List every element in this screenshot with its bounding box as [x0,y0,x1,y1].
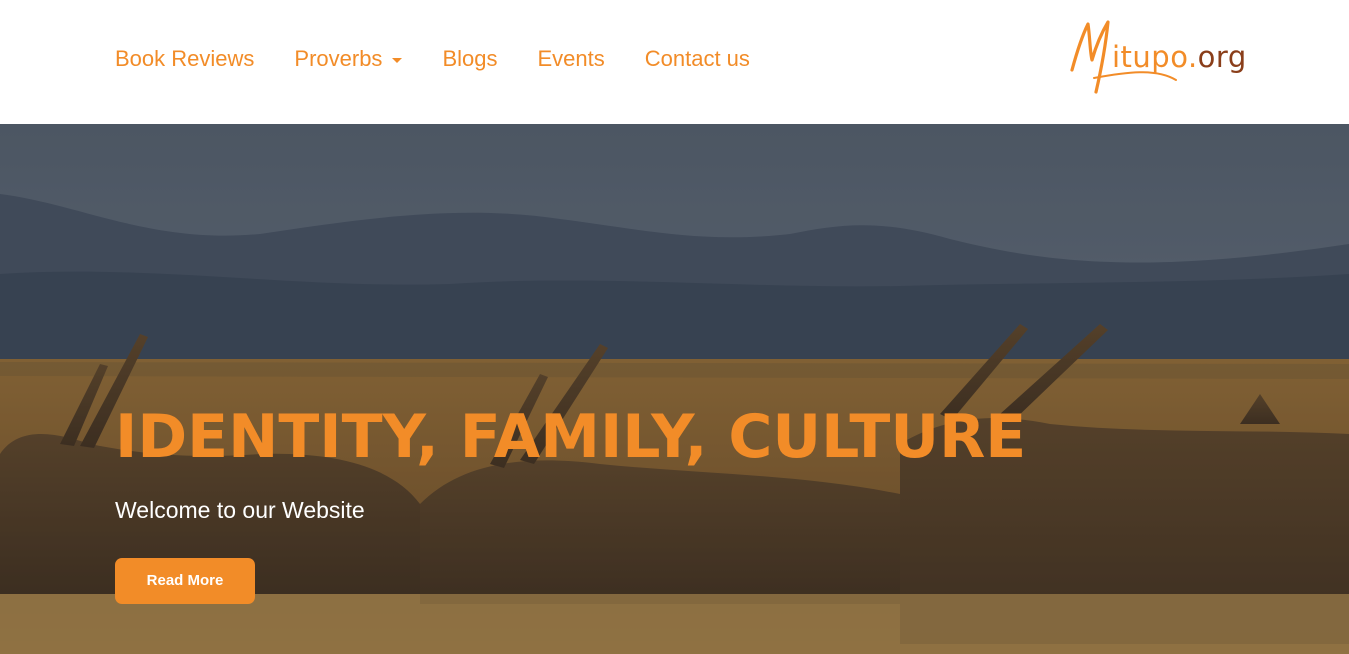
nav-blogs[interactable]: Blogs [442,44,497,74]
hero-subtitle: Welcome to our Website [115,497,365,523]
nav-blogs-label: Blogs [442,46,498,71]
logo-dot: . [1187,40,1198,74]
nav-proverbs[interactable]: Proverbs [294,44,403,74]
nav-proverbs-label: Proverbs [294,46,383,71]
nav-events[interactable]: Events [537,44,604,74]
nav-contact-us-label: Contact us [644,46,750,71]
main-nav: Book Reviews Proverbs Blogs Events Conta… [115,44,790,74]
nav-book-reviews[interactable]: Book Reviews [115,44,254,74]
read-more-button[interactable]: Read More [115,558,255,604]
logo-wordmark: itupo.org [1112,40,1247,74]
logo-name: itupo [1112,40,1188,74]
site-header: Book Reviews Proverbs Blogs Events Conta… [0,0,1349,124]
nav-events-label: Events [537,46,605,71]
hero-title: IDENTITY, FAMILY, CULTURE [115,402,1027,472]
chevron-down-icon [392,57,403,63]
nav-book-reviews-label: Book Reviews [115,46,255,71]
logo-tld: org [1197,40,1247,74]
site-logo[interactable]: itupo.org [1066,18,1256,98]
hero-banner: IDENTITY, FAMILY, CULTURE Welcome to our… [0,124,1349,654]
nav-contact-us[interactable]: Contact us [645,44,750,74]
